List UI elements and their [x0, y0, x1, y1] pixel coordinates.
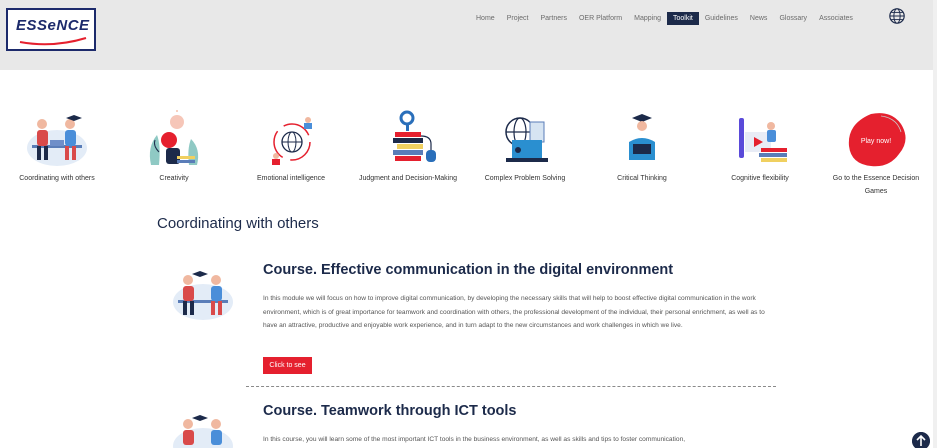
course-title: Course. Teamwork through ICT tools [263, 403, 517, 419]
nav-associates[interactable]: Associates [813, 12, 859, 25]
nav-home[interactable]: Home [470, 12, 501, 25]
essence-logo[interactable]: ESSeNCE [6, 8, 96, 51]
nav-guidelines[interactable]: Guidelines [699, 12, 744, 25]
skill-critical-thinking[interactable]: Critical Thinking [592, 110, 692, 185]
skill-cognitive-flexibility[interactable]: Cognitive flexibility [710, 110, 810, 185]
play-now-badge: Play now! [861, 138, 891, 145]
skill-label: Judgment and Decision-Making [358, 175, 458, 182]
laptop-globe-icon [505, 117, 548, 162]
skill-label: Emotional intelligence [256, 175, 326, 182]
course-description: In this course, you will learn some of t… [263, 436, 686, 443]
globe-language-icon[interactable] [888, 7, 906, 25]
nav-partners[interactable]: Partners [534, 12, 572, 25]
nav-news[interactable]: News [744, 12, 774, 25]
nav-toolkit[interactable]: Toolkit [667, 11, 699, 25]
course-divider [246, 386, 776, 387]
skill-label: Go to the Essence Decision Games [832, 175, 920, 195]
skill-judgment-decision-making[interactable]: Judgment and Decision-Making [358, 110, 458, 185]
skill-label: Cognitive flexibility [731, 175, 789, 182]
skill-coordinating-with-others[interactable]: Coordinating with others [7, 110, 107, 185]
course-illustration-icon [173, 415, 233, 448]
site-header: ESSeNCE Home Project Partners OER Platfo… [0, 0, 937, 70]
skill-decision-games[interactable]: Play now! Go to the Essence Decision Gam… [826, 110, 926, 198]
skill-complex-problem-solving[interactable]: Complex Problem Solving [475, 110, 575, 185]
back-to-top-icon[interactable] [912, 432, 930, 448]
section-title: Coordinating with others [157, 215, 319, 232]
course-title: Course. Effective communication in the d… [263, 262, 674, 278]
emotional-globe-icon [272, 117, 312, 165]
logo-swoosh-icon [19, 37, 87, 46]
books-magnifier-icon [393, 110, 436, 162]
main-nav: Home Project Partners OER Platform Mappi… [470, 10, 859, 26]
skill-label: Complex Problem Solving [484, 175, 566, 182]
graduate-reader-icon [629, 114, 655, 160]
logo-text: ESSeNCE [16, 17, 90, 34]
course-description: In this module we will focus on how to i… [263, 295, 765, 330]
course-illustration-icon [173, 271, 233, 320]
nav-project[interactable]: Project [501, 12, 535, 25]
people-meeting-icon [27, 115, 87, 166]
video-books-icon [739, 118, 787, 162]
nav-glossary[interactable]: Glossary [773, 12, 813, 25]
skill-label: Coordinating with others [19, 175, 95, 182]
lightbulb-creativity-icon [149, 110, 199, 165]
nav-mapping[interactable]: Mapping [628, 12, 667, 25]
nav-oer-platform[interactable]: OER Platform [573, 12, 628, 25]
play-now-blob-icon: Play now! [848, 113, 906, 167]
skill-label: Critical Thinking [617, 175, 667, 182]
skill-creativity[interactable]: Creativity [124, 110, 224, 185]
click-to-see-button[interactable]: Click to see [263, 357, 312, 374]
skill-emotional-intelligence[interactable]: Emotional intelligence [241, 110, 341, 185]
skill-label: Creativity [159, 175, 189, 182]
page-scrollbar[interactable] [933, 0, 937, 448]
